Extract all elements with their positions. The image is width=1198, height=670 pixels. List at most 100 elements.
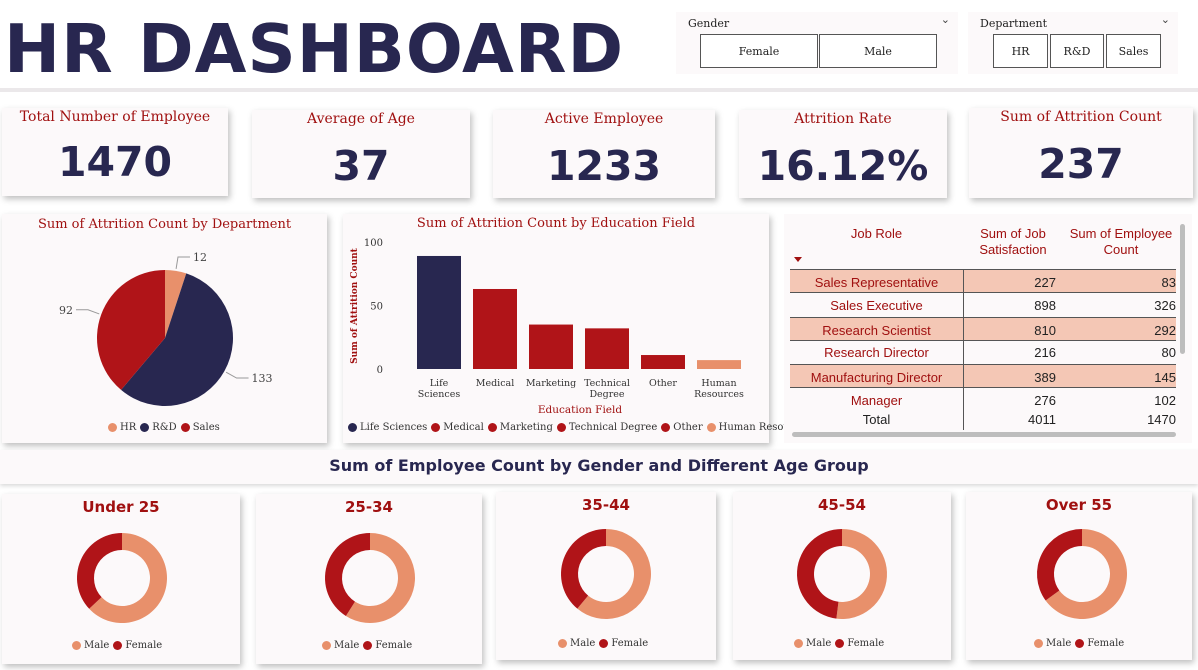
chevron-down-icon[interactable]: ⌄ xyxy=(941,13,950,26)
chart-legend: Male Female xyxy=(794,638,884,649)
legend-dot xyxy=(180,423,190,432)
kpi-label: Total Number of Employee xyxy=(19,109,211,125)
legend-item-life-sciences[interactable]: Life Sciences xyxy=(348,422,427,433)
legend-dot xyxy=(1075,639,1085,648)
legend-dot xyxy=(1034,639,1043,648)
total-label: Total xyxy=(862,411,891,427)
legend-label: Female xyxy=(847,638,885,649)
kpi-value: 1470 xyxy=(57,138,173,186)
legend-item-technical-degree[interactable]: Technical Degree xyxy=(556,422,657,433)
x-tick-label: Marketing xyxy=(526,378,576,389)
legend-dot xyxy=(556,423,566,432)
age-section-title: Sum of Employee Count by Gender and Diff… xyxy=(329,456,869,475)
age-group-card: Over 55 Male Female xyxy=(966,492,1192,660)
table-header-employee-count[interactable]: Sum of Employee Count xyxy=(1063,226,1179,258)
x-tick-label: Sciences xyxy=(418,389,461,400)
age-group-card: 25-34 Male Female xyxy=(256,494,482,664)
legend-item-medical[interactable]: Medical xyxy=(431,422,484,433)
cell-employee-count: 292 xyxy=(1154,322,1176,338)
kpi-average-age: Average of Age 37 xyxy=(252,110,470,198)
table-header-line: Sum of Job xyxy=(980,226,1046,241)
legend-dot xyxy=(322,641,331,650)
legend-item-female[interactable]: Female xyxy=(113,640,162,651)
gender-slicer: Gender ⌄ Female Male xyxy=(676,12,958,74)
legend-item-female[interactable]: Female xyxy=(363,640,412,651)
x-tick-label: Human xyxy=(701,378,736,389)
total-job-satisfaction: 4011 xyxy=(1028,411,1056,427)
cell-job-role: Manufacturing Director xyxy=(810,369,943,385)
cell-employee-count: 145 xyxy=(1154,369,1176,385)
cell-job-satisfaction: 810 xyxy=(1034,322,1056,338)
pie-leader-line xyxy=(76,309,100,315)
age-group-card: 45-54 Male Female xyxy=(733,492,951,660)
legend-dot xyxy=(140,423,150,432)
table-column-divider xyxy=(963,388,964,430)
table-header-job-role[interactable]: Job Role xyxy=(790,226,963,242)
age-donut-chart xyxy=(796,529,887,619)
legend-label: Male xyxy=(84,640,110,651)
x-tick-label: Technical xyxy=(584,378,630,389)
kpi-attrition-count: Sum of Attrition Count 237 xyxy=(969,108,1193,198)
sort-arrow-icon[interactable] xyxy=(794,257,802,262)
legend-dot xyxy=(706,423,716,432)
cell-employee-count: 80 xyxy=(1161,344,1176,360)
legend-dot xyxy=(835,639,845,648)
department-pie-card: Sum of Attrition Count by Department 12 1… xyxy=(2,214,327,443)
chart-legend: Male Female xyxy=(558,638,648,649)
cell-job-role: Sales Executive xyxy=(830,297,923,313)
chart-legend: Life Sciences Medical Marketing Technical D… xyxy=(348,422,799,433)
legend-item-female[interactable]: Female xyxy=(835,638,884,649)
table-row[interactable]: Research Director 216 80 xyxy=(790,340,1176,364)
donut-slice-female xyxy=(1037,529,1082,601)
legend-label: Male xyxy=(1046,638,1072,649)
x-tick-label: Resources xyxy=(694,389,744,400)
table-row[interactable]: Research Scientist 810 292 xyxy=(790,317,1176,342)
bar-life-sciences xyxy=(417,255,461,369)
legend-item-male[interactable]: Male xyxy=(558,638,595,649)
y-tick-label: 100 xyxy=(364,238,383,249)
gender-male-button[interactable]: Male xyxy=(819,34,937,68)
cell-job-satisfaction: 389 xyxy=(1034,369,1056,385)
legend-item-female[interactable]: Female xyxy=(599,638,648,649)
kpi-active-employee: Active Employee 1233 xyxy=(493,110,715,198)
legend-item-male[interactable]: Male xyxy=(72,640,109,651)
kpi-total-employees: Total Number of Employee 1470 xyxy=(2,108,228,196)
chevron-down-icon[interactable]: ⌄ xyxy=(1161,13,1170,26)
legend-label: Male xyxy=(334,640,360,651)
y-tick-label: 0 xyxy=(377,365,383,376)
legend-item-marketing[interactable]: Marketing xyxy=(487,422,553,433)
table-header-job-satisfaction[interactable]: Sum of Job Satisfaction xyxy=(963,226,1063,258)
department-sales-button[interactable]: Sales xyxy=(1106,34,1161,68)
kpi-label: Sum of Attrition Count xyxy=(1000,109,1162,125)
age-donut-chart xyxy=(324,533,415,623)
pie-leader-line xyxy=(175,256,190,269)
legend-dot xyxy=(72,641,81,650)
table-row[interactable]: Manufacturing Director 389 145 xyxy=(790,364,1176,389)
department-slicer-label: Department xyxy=(980,17,1048,30)
legend-item-other[interactable]: Other xyxy=(661,422,703,433)
legend-dot xyxy=(363,641,373,650)
legend-label: Sales xyxy=(192,422,220,433)
table-row[interactable]: Sales Executive 898 326 xyxy=(790,293,1176,317)
table-row[interactable]: Sales Representative 227 83 xyxy=(790,269,1176,294)
education-bar-chart: 0 50 100 Sum of Attrition Count LifeSciences… xyxy=(350,238,744,414)
legend-label: Female xyxy=(1087,638,1125,649)
legend-dot xyxy=(794,639,803,648)
x-tick-label: Life xyxy=(430,378,449,389)
gender-female-button[interactable]: Female xyxy=(700,34,818,68)
department-hr-button[interactable]: HR xyxy=(993,34,1048,68)
legend-item-sales[interactable]: Sales xyxy=(180,422,220,433)
table-horizontal-scrollbar[interactable] xyxy=(792,432,1176,437)
legend-item-male[interactable]: Male xyxy=(322,640,359,651)
chart-legend: Male Female xyxy=(72,640,162,651)
legend-item-rd[interactable]: R&D xyxy=(140,422,177,433)
table-vertical-scrollbar[interactable] xyxy=(1180,224,1185,354)
cell-employee-count: 83 xyxy=(1161,274,1176,290)
legend-item-male[interactable]: Male xyxy=(794,638,831,649)
department-rnd-button[interactable]: R&D xyxy=(1050,34,1104,68)
chart-legend: Male Female xyxy=(322,640,412,651)
donut-slice-female xyxy=(561,529,606,609)
legend-item-female[interactable]: Female xyxy=(1075,638,1124,649)
legend-item-male[interactable]: Male xyxy=(1034,638,1071,649)
legend-item-hr[interactable]: HR xyxy=(108,422,136,433)
